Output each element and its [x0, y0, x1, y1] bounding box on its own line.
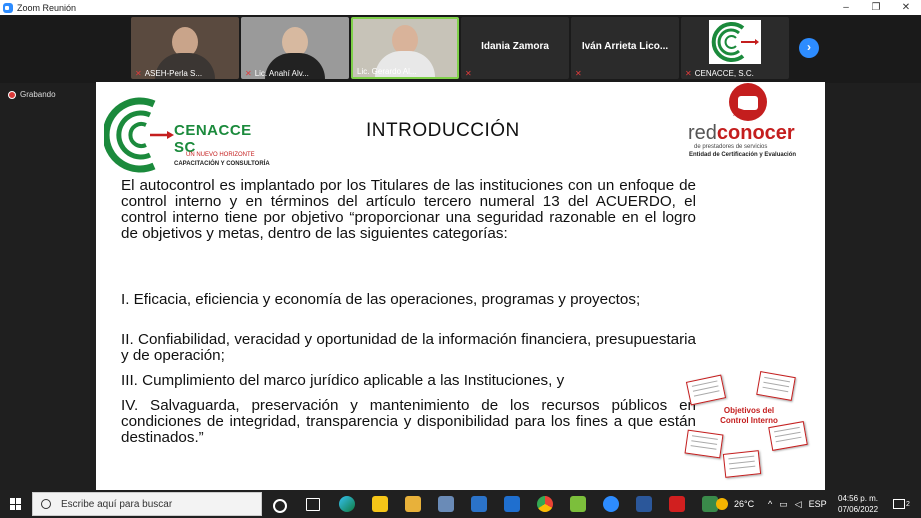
- participant-tile[interactable]: ✕ Lic. Anahí Alv...: [241, 17, 349, 79]
- search-placeholder: Escribe aquí para buscar: [61, 498, 173, 510]
- weather-widget[interactable]: 26°C: [716, 490, 754, 518]
- start-button[interactable]: [0, 490, 32, 518]
- cenacce-brand: CENACCE SC: [174, 122, 252, 156]
- shared-slide: CENACCE SC UN NUEVO HORIZONTE CAPACITACI…: [96, 82, 825, 490]
- mic-muted-icon: ✕: [135, 69, 142, 78]
- control-objectives-graphic: Objetivos del Control Interno: [684, 371, 816, 482]
- clock-date: 07/06/2022: [838, 505, 879, 514]
- battery-icon[interactable]: ▭: [779, 499, 788, 510]
- redconocer-sub1: de prestadores de servicios: [694, 144, 768, 150]
- participant-tile-active-speaker[interactable]: Lic. Gerardo Al...: [351, 17, 459, 79]
- notification-icon: [893, 499, 905, 509]
- participant-name: Lic. Gerardo Al...: [357, 67, 417, 76]
- slide-list-item: II. Confiabilidad, veracidad y oportunid…: [121, 331, 696, 364]
- word-icon[interactable]: [636, 496, 652, 512]
- participant-name: Iván Arrieta Lico...: [581, 41, 669, 52]
- participant-tile[interactable]: ✕ CENACCE, S.C.: [681, 17, 789, 79]
- cortana-icon[interactable]: [273, 499, 287, 513]
- app-icon[interactable]: [570, 496, 586, 512]
- mic-muted-icon: ✕: [245, 69, 252, 78]
- chevron-up-icon[interactable]: ^: [768, 499, 772, 509]
- sticky-notes-icon[interactable]: [372, 496, 388, 512]
- objective-card: [722, 450, 762, 478]
- search-icon: [41, 499, 51, 509]
- participant-tile[interactable]: Iván Arrieta Lico... ✕: [571, 17, 679, 79]
- slide-list-item: IV. Salvaguarda, preservación y mantenim…: [121, 397, 696, 446]
- speaker-icon[interactable]: ◁: [795, 499, 802, 510]
- taskbar-search-box[interactable]: Escribe aquí para buscar: [32, 492, 262, 516]
- cenacce-rings-icon: [102, 97, 174, 173]
- zoom-taskbar-icon[interactable]: [603, 496, 619, 512]
- acrobat-icon[interactable]: [669, 496, 685, 512]
- taskbar-clock[interactable]: 04:56 p. m. 07/06/2022: [838, 493, 878, 515]
- notification-count: 2: [906, 500, 910, 508]
- clock-time: 04:56 p. m.: [838, 494, 879, 503]
- slide-list-item: III. Cumplimiento del marco jurídico apl…: [121, 372, 565, 389]
- participant-name: Lic. Anahí Alv...: [254, 69, 309, 78]
- cenacce-subtitle: CAPACITACIÓN Y CONSULTORÍA: [174, 161, 270, 167]
- system-tray: ^ ▭ ◁ ESP: [768, 490, 827, 518]
- redconocer-sub2: Entidad de Certificación y Evaluación: [689, 152, 797, 158]
- mic-muted-icon: ✕: [685, 69, 692, 78]
- mic-muted-icon: ✕: [465, 69, 472, 78]
- restore-button[interactable]: ❐: [861, 2, 891, 13]
- zoom-app-icon: [3, 2, 13, 13]
- redconocer-word-conocer: conocer: [716, 122, 795, 144]
- slide-list-item: I. Eficacia, eficiencia y economía de la…: [121, 291, 641, 308]
- edge-browser-icon[interactable]: [339, 496, 355, 512]
- file-explorer-icon[interactable]: [405, 496, 421, 512]
- task-view-icon[interactable]: [306, 498, 320, 511]
- objectives-label: Objetivos del Control Interno: [720, 406, 778, 425]
- redconocer-word-red: red: [688, 122, 717, 144]
- calculator-icon[interactable]: [438, 496, 454, 512]
- recording-label: Grabando: [20, 90, 56, 99]
- window-title: Zoom Reunión: [17, 2, 77, 13]
- mail-icon[interactable]: [471, 496, 487, 512]
- notification-center[interactable]: 2: [893, 490, 910, 518]
- sun-icon: [716, 498, 728, 510]
- recording-indicator: Grabando: [8, 90, 56, 99]
- cenacce-avatar-logo: [709, 20, 761, 64]
- objective-card: [684, 429, 724, 459]
- slide-intro-paragraph: El autocontrol es implantado por los Tit…: [121, 177, 696, 242]
- close-button[interactable]: ✕: [891, 2, 921, 13]
- redconocer-logo: redconocer de prestadores de servicios E…: [686, 82, 826, 164]
- participant-tile[interactable]: Idania Zamora ✕: [461, 17, 569, 79]
- chrome-icon[interactable]: [537, 496, 553, 512]
- objective-card: [685, 374, 727, 406]
- weather-temperature: 26°C: [734, 499, 755, 509]
- next-page-button[interactable]: ›: [799, 38, 819, 58]
- mic-muted-icon: ✕: [575, 69, 582, 78]
- participant-tile[interactable]: ✕ ASEH-Perla S...: [131, 17, 239, 79]
- store-icon[interactable]: [504, 496, 520, 512]
- cenacce-logo: CENACCE SC UN NUEVO HORIZONTE CAPACITACI…: [102, 96, 274, 174]
- recording-icon: [8, 90, 16, 99]
- participant-name: ASEH-Perla S...: [144, 69, 203, 78]
- cenacce-tagline: UN NUEVO HORIZONTE: [186, 152, 255, 158]
- window-titlebar: Zoom Reunión – ❐ ✕: [0, 0, 921, 15]
- minimize-button[interactable]: –: [831, 2, 861, 13]
- windows-logo-icon: [10, 498, 22, 510]
- slide-title: INTRODUCCIÓN: [366, 120, 520, 141]
- language-indicator[interactable]: ESP: [809, 499, 827, 509]
- objective-card: [756, 371, 796, 401]
- participant-name: Idania Zamora: [481, 41, 549, 52]
- participant-name: CENACCE, S.C.: [694, 69, 754, 78]
